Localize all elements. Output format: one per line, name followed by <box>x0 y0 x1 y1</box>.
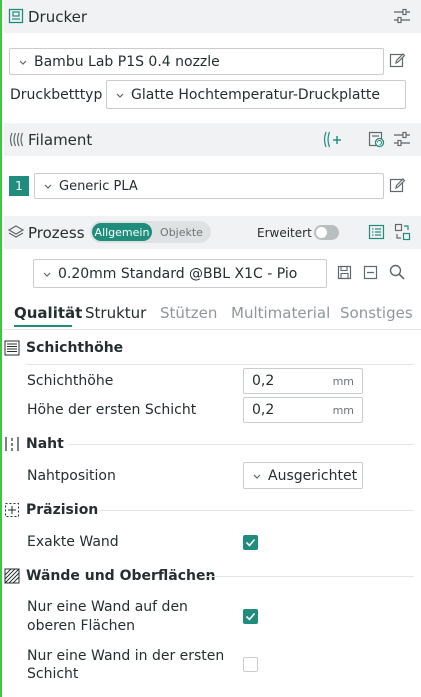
filament-icon <box>8 132 24 147</box>
filament-select[interactable]: Generic PLA <box>34 173 384 199</box>
first-layer-height-value: 0,2 <box>252 402 275 418</box>
precision-group-title: Präzision <box>26 502 99 518</box>
search-icon[interactable] <box>389 264 405 280</box>
sliders-icon[interactable] <box>393 131 411 148</box>
advanced-switch[interactable] <box>314 225 339 240</box>
tabs-divider <box>4 329 421 330</box>
first-layer-one-wall-checkbox[interactable] <box>243 657 258 672</box>
group-divider <box>26 364 414 365</box>
tab-supports[interactable]: Stützen <box>160 304 217 322</box>
active-tab-underline <box>14 325 72 327</box>
printer-section-header: Drucker <box>4 0 421 33</box>
printer-section-title: Drucker <box>28 7 88 26</box>
process-preset-value: 0.20mm Standard @BBL X1C - Pio <box>58 265 298 282</box>
chevron-down-icon <box>18 57 28 67</box>
layer-height-input[interactable]: 0,2 mm <box>243 368 363 394</box>
chevron-down-icon <box>252 471 262 481</box>
seam-position-label: Nahtposition <box>27 468 116 484</box>
settings-panel: Drucker Bambu Lab P1S 0.4 nozzle Druckbe… <box>0 0 421 697</box>
first-layer-height-label: Höhe der ersten Schicht <box>27 402 197 418</box>
top-one-wall-label-line1: Nur eine Wand auf den <box>27 599 188 615</box>
remove-icon[interactable] <box>363 265 378 280</box>
sliders-icon[interactable] <box>393 8 411 25</box>
seam-group-title: Naht <box>26 436 64 452</box>
check-icon <box>245 538 256 547</box>
chevron-down-icon <box>115 90 125 100</box>
edit-icon[interactable] <box>389 52 406 69</box>
walls-icon <box>4 568 20 584</box>
printer-select[interactable]: Bambu Lab P1S 0.4 nozzle <box>9 48 384 75</box>
seam-position-select[interactable]: Ausgerichtet <box>243 462 363 489</box>
group-divider <box>68 444 414 445</box>
switch-knob <box>316 227 327 238</box>
top-one-wall-checkbox[interactable] <box>243 609 258 624</box>
layer-height-icon <box>4 340 20 356</box>
layers-icon <box>8 225 24 240</box>
layer-height-label: Schichthöhe <box>27 373 114 389</box>
filament-sync-icon[interactable] <box>368 131 385 148</box>
first-layer-height-input[interactable]: 0,2 mm <box>243 397 363 423</box>
tab-structure[interactable]: Struktur <box>85 304 146 322</box>
process-section-title: Prozess <box>28 223 85 242</box>
tab-multimaterial[interactable]: Multimaterial <box>231 304 330 322</box>
add-filament-icon[interactable] <box>323 131 343 148</box>
save-icon[interactable] <box>337 265 352 280</box>
unit-label: mm <box>332 403 354 417</box>
check-icon <box>245 612 256 621</box>
list-icon[interactable] <box>368 224 385 240</box>
filament-section-title: Filament <box>28 130 93 149</box>
exact-wall-checkbox[interactable] <box>243 535 258 550</box>
walls-group-title: Wände und Oberflächen <box>26 568 216 584</box>
layer-height-group-title: Schichthöhe <box>26 340 124 356</box>
printer-icon <box>8 8 24 24</box>
chevron-down-icon <box>42 269 52 279</box>
general-objects-toggle[interactable]: Allgemein Objekte <box>90 221 211 243</box>
layer-height-value: 0,2 <box>252 373 275 389</box>
bed-type-label: Druckbetttyp <box>10 87 103 103</box>
tab-other[interactable]: Sonstiges <box>340 304 413 322</box>
bed-type-select[interactable]: Glatte Hochtemperatur-Druckplatte <box>106 80 406 109</box>
filament-slot-badge[interactable]: 1 <box>9 176 29 196</box>
bed-type-value: Glatte Hochtemperatur-Druckplatte <box>131 86 381 103</box>
process-preset-select[interactable]: 0.20mm Standard @BBL X1C - Pio <box>33 259 327 288</box>
process-section-header: Prozess Allgemein Objekte Erweitert <box>4 216 421 249</box>
advanced-label: Erweitert <box>257 225 312 240</box>
group-divider <box>98 510 414 511</box>
precision-icon <box>4 502 20 518</box>
group-divider <box>202 576 414 577</box>
toggle-objects[interactable]: Objekte <box>154 223 209 241</box>
filament-section-header: Filament <box>4 123 421 156</box>
filament-select-value: Generic PLA <box>59 178 138 194</box>
first-layer-one-wall-label-line2: Schicht <box>27 666 79 682</box>
edit-icon[interactable] <box>389 177 406 194</box>
seam-position-value: Ausgerichtet <box>268 467 358 484</box>
compare-icon[interactable] <box>394 223 411 241</box>
first-layer-one-wall-label-line1: Nur eine Wand in der ersten <box>27 648 225 664</box>
top-one-wall-label-line2: oberen Flächen <box>27 618 136 634</box>
toggle-general[interactable]: Allgemein <box>92 223 152 241</box>
printer-select-value: Bambu Lab P1S 0.4 nozzle <box>34 53 220 70</box>
exact-wall-label: Exakte Wand <box>27 534 119 550</box>
chevron-down-icon <box>43 181 53 191</box>
tab-quality[interactable]: Qualität <box>14 304 82 322</box>
seam-icon <box>4 436 20 452</box>
unit-label: mm <box>332 374 354 388</box>
